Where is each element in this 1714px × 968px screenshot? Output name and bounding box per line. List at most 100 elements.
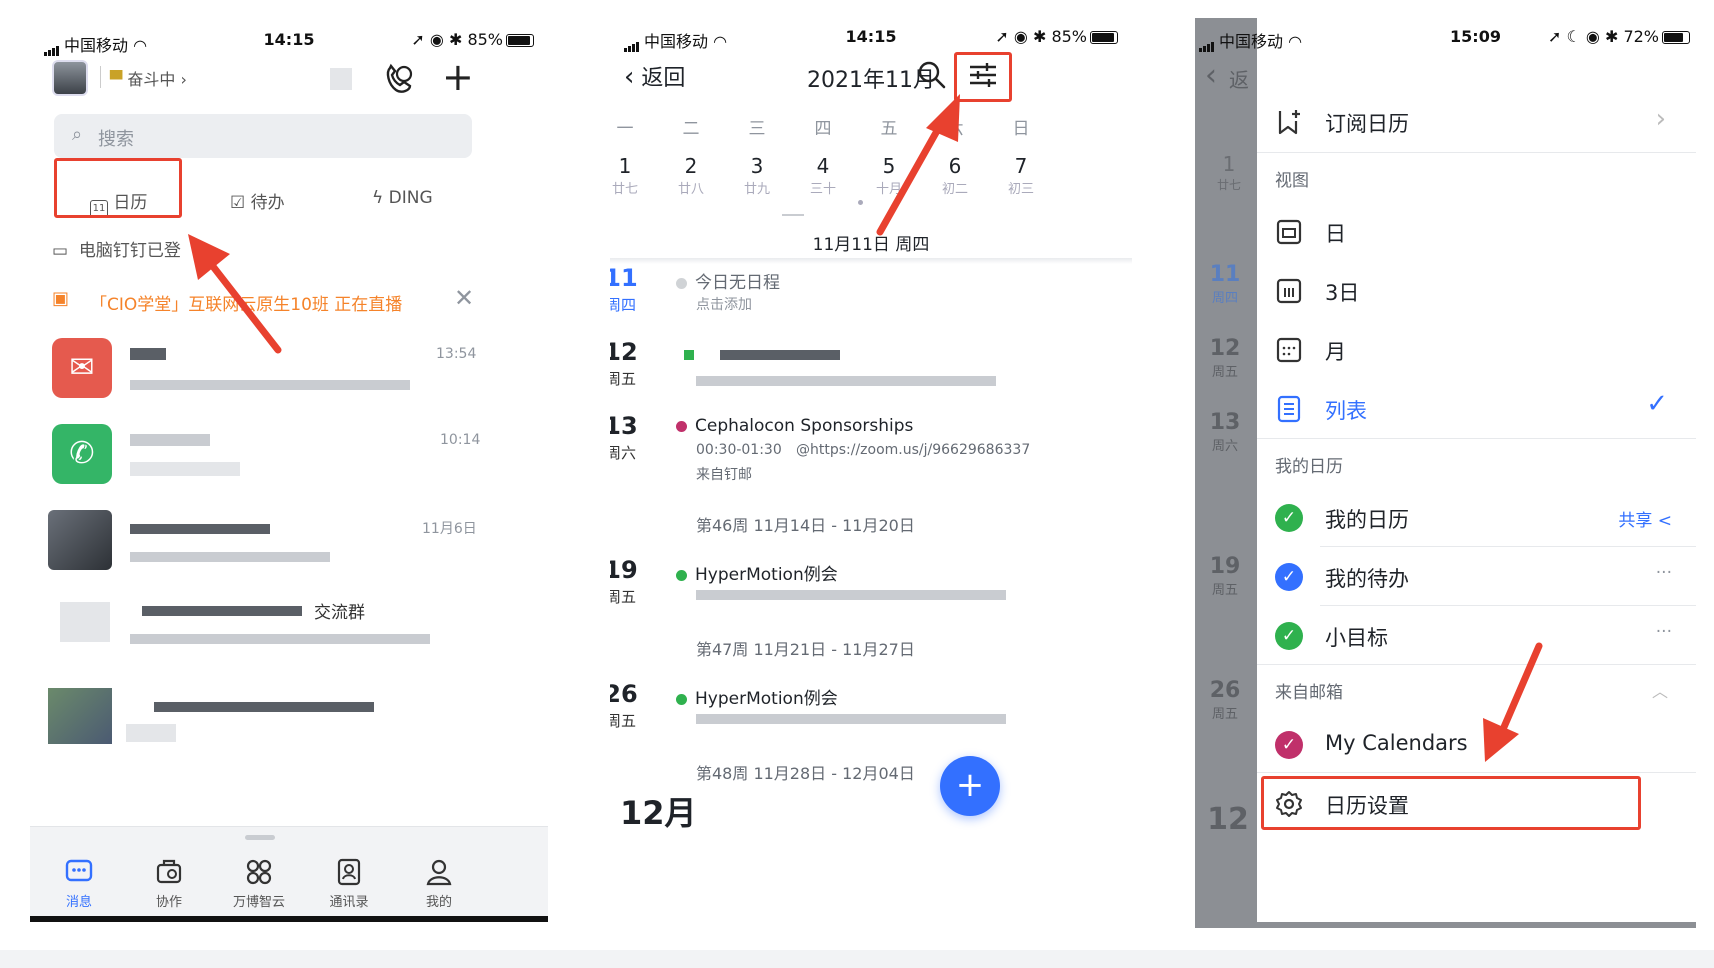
tab-contacts[interactable]: 通讯录 <box>314 857 384 910</box>
contacts-icon <box>337 858 361 886</box>
message-list: ✉ 13:54 ✆ 10:14 11月6日 交流群 <box>30 334 518 754</box>
tab-messages[interactable]: 消息 <box>44 857 114 910</box>
mail-section-header: 来自邮箱 <box>1275 683 1343 703</box>
check-circle-icon[interactable]: ✓ <box>1275 563 1303 591</box>
date-cell[interactable]: 3 廿九 <box>737 154 777 197</box>
divider <box>100 66 101 88</box>
event-title: HyperMotion例会 <box>676 684 838 709</box>
calendar-list-screen: 中国移动 ◠ 14:15 ➚ ◉ ✱ 85% ‹ 返回 2021年11月 一 二… <box>610 18 1132 924</box>
footer-strip <box>0 950 1714 968</box>
weekday-label: 周五 <box>610 712 636 730</box>
divider <box>1257 152 1696 153</box>
date-cell[interactable]: 1 廿七 <box>610 154 645 197</box>
agenda-day-12[interactable]: 12 周五 <box>610 338 1132 408</box>
message-time: 10:14 <box>440 432 481 448</box>
quick-action-todo[interactable]: ☑ 待办 <box>230 188 285 213</box>
apps-icon <box>246 859 272 885</box>
status-bar: 中国移动 ◠ 15:09 ➚ ☾ ◉ ✱ 72% <box>1195 18 1696 68</box>
weekday-label: 周五 <box>610 370 636 388</box>
user-status[interactable]: ▀ 奋斗中 › <box>110 66 187 90</box>
small-goal-item[interactable]: ✓ 小目标 ··· <box>1257 606 1696 664</box>
profile-icon <box>426 859 452 886</box>
add-icon[interactable]: + <box>442 58 474 96</box>
view-3day-option[interactable]: 3日 <box>1257 261 1696 319</box>
divider <box>1257 664 1696 665</box>
status-right: ➚ ◉ ✱ 85% <box>995 27 1118 46</box>
month-header: 12月 <box>620 794 697 832</box>
sheet-handle <box>245 835 275 840</box>
search-placeholder: 搜索 <box>98 129 134 150</box>
event-dot <box>858 200 863 205</box>
collapse-chevron-icon[interactable]: ︿ <box>1652 678 1668 702</box>
check-circle-icon[interactable]: ✓ <box>1275 731 1303 759</box>
search-icon[interactable] <box>917 60 947 90</box>
day-number: 13 <box>610 412 638 440</box>
desktop-icon: ▭ <box>52 241 69 261</box>
month-title[interactable]: 2021年11月 <box>610 62 1132 94</box>
tab-apps[interactable]: 万博智云 <box>224 857 294 910</box>
red-arrow-annotation <box>1483 642 1543 762</box>
list-view-icon <box>1277 395 1301 423</box>
add-event-hint[interactable]: 点击添加 <box>696 294 752 314</box>
subscribe-calendar-item[interactable]: 订阅日历 › <box>1257 92 1696 150</box>
checkmark-icon: ✓ <box>1646 389 1668 419</box>
event-title: Cephalocon Sponsorships <box>676 416 913 436</box>
tab-profile[interactable]: 我的 <box>404 857 474 910</box>
close-icon[interactable]: ✕ <box>454 284 474 312</box>
group-avatar <box>48 688 112 744</box>
list-item[interactable] <box>30 678 518 754</box>
list-item[interactable]: 交流群 <box>30 592 518 676</box>
status-bar: 中国移动 ◠ 14:15 ➚ ◉ ✱ 85% <box>610 18 1132 68</box>
my-todo-item[interactable]: ✓ 我的待办 ··· <box>1257 547 1696 605</box>
check-circle-icon[interactable]: ✓ <box>1275 622 1303 650</box>
more-icon[interactable]: ··· <box>1656 622 1672 642</box>
date-cell[interactable]: 2 廿八 <box>671 154 711 197</box>
message-icon <box>65 859 93 882</box>
weekday-label: 周六 <box>610 444 636 462</box>
weekday-label: 周五 <box>610 588 636 606</box>
date-cell[interactable]: 4 三十 <box>803 154 843 197</box>
subscribe-flag-icon <box>1278 110 1300 135</box>
weekday-label: 日 <box>1012 119 1030 139</box>
my-calendars-mail-item[interactable]: ✓ My Calendars <box>1257 715 1696 773</box>
view-month-option[interactable]: 月 <box>1257 320 1696 378</box>
agenda-day-26[interactable]: 26 周五 HyperMotion例会 <box>610 680 1132 750</box>
agenda-day-13[interactable]: 13 周六 Cephalocon Sponsorships 00:30-01:3… <box>610 412 1132 492</box>
share-button[interactable]: 共享 < <box>1618 506 1672 531</box>
date-cell[interactable]: 7 初三 <box>1001 154 1041 197</box>
week-strip: 1 廿七 2 廿八 3 廿九 4 三十 5 十月 6 初二 7 初三 <box>610 154 1132 210</box>
lightning-icon: ϟ <box>372 188 384 208</box>
weekday-label: 一 <box>616 119 634 139</box>
bottom-edge <box>1257 922 1696 928</box>
battery-icon <box>1662 31 1690 44</box>
status-right: ➚ ☾ ◉ ✱ 72% <box>1548 27 1690 46</box>
my-calendar-item[interactable]: ✓ 我的日历 共享 < <box>1257 488 1696 546</box>
desktop-login-notice[interactable]: ▭ 电脑钉钉已登 <box>52 236 181 261</box>
agenda-day-19[interactable]: 19 周五 HyperMotion例会 <box>610 556 1132 626</box>
list-item[interactable]: ✆ 10:14 <box>30 420 518 504</box>
agenda-day-11[interactable]: 11 周四 今日无日程 点击添加 <box>610 264 1132 334</box>
bg-date: 11 周四 <box>1209 262 1241 306</box>
check-circle-icon[interactable]: ✓ <box>1275 504 1303 532</box>
my-calendars-header: 我的日历 <box>1275 457 1343 477</box>
list-item[interactable]: 11月6日 <box>30 506 518 590</box>
back-fragment: 返 <box>1229 68 1249 92</box>
view-list-option[interactable]: 列表 ✓ <box>1257 379 1696 437</box>
status-right: ➚ ◉ ✱ 85% <box>411 30 534 49</box>
avatar[interactable] <box>52 60 88 96</box>
more-icon[interactable]: ··· <box>1656 563 1672 583</box>
event-location[interactable]: @https://zoom.us/j/96629686337 <box>796 442 1030 458</box>
divider <box>1257 438 1696 439</box>
add-event-button[interactable]: + <box>940 756 1000 816</box>
quick-action-ding[interactable]: ϟ DING <box>372 188 433 208</box>
agenda-list: 11 周四 今日无日程 点击添加 12 周五 13 周六 Cephalocon … <box>610 264 1132 832</box>
message-time: 13:54 <box>436 346 477 362</box>
video-call-icon[interactable] <box>382 62 416 96</box>
view-day-option[interactable]: 日 <box>1257 202 1696 260</box>
group-title-fragment: 交流群 <box>314 603 365 623</box>
tab-collaboration[interactable]: 协作 <box>134 857 204 910</box>
message-time: 11月6日 <box>422 521 477 537</box>
drag-handle[interactable] <box>782 214 804 216</box>
search-input[interactable]: ⌕ 搜索 <box>54 114 472 158</box>
chevron-right-icon: › <box>1655 104 1666 134</box>
